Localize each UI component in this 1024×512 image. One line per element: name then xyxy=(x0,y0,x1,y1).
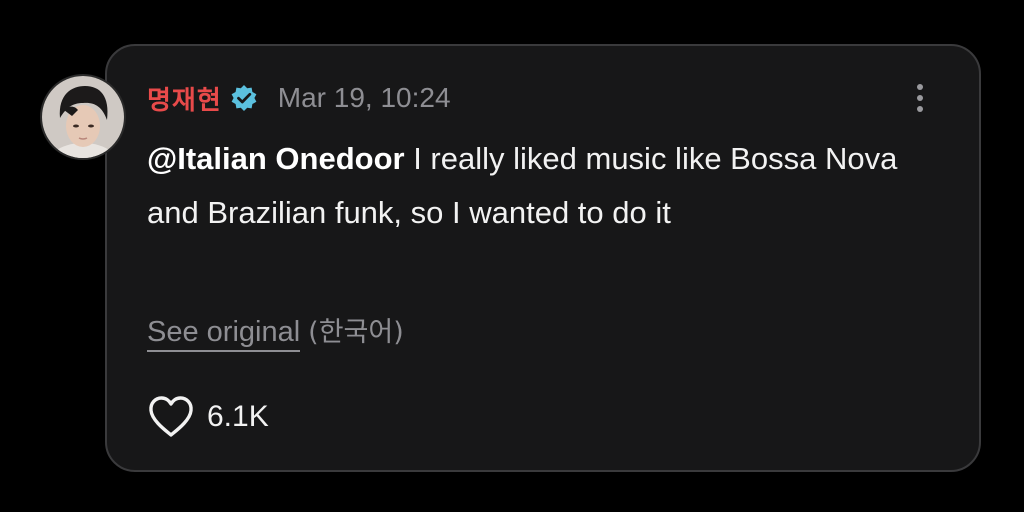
user-mention[interactable]: @Italian Onedoor xyxy=(147,141,405,176)
author-name[interactable]: 명재현 xyxy=(147,80,222,117)
translation-note: See original (한국어) xyxy=(147,310,404,352)
timestamp: Mar 19, 10:24 xyxy=(277,82,451,113)
like-count: 6.1K xyxy=(207,400,269,433)
more-options-icon[interactable] xyxy=(906,80,934,116)
heart-icon[interactable] xyxy=(147,394,195,440)
see-original-link[interactable]: See original xyxy=(147,316,301,352)
comment-text: @Italian Onedoor I really liked music li… xyxy=(147,132,927,240)
more-dot xyxy=(917,106,923,112)
avatar[interactable] xyxy=(40,74,126,160)
comment-header: 명재현 Mar 19, 10:24 xyxy=(147,78,451,118)
avatar-image xyxy=(42,76,124,158)
more-dot xyxy=(917,84,923,90)
original-language: (한국어) xyxy=(308,317,404,348)
verified-badge-icon xyxy=(230,84,258,112)
more-dot xyxy=(917,95,923,101)
like-section: 6.1K xyxy=(147,394,269,440)
